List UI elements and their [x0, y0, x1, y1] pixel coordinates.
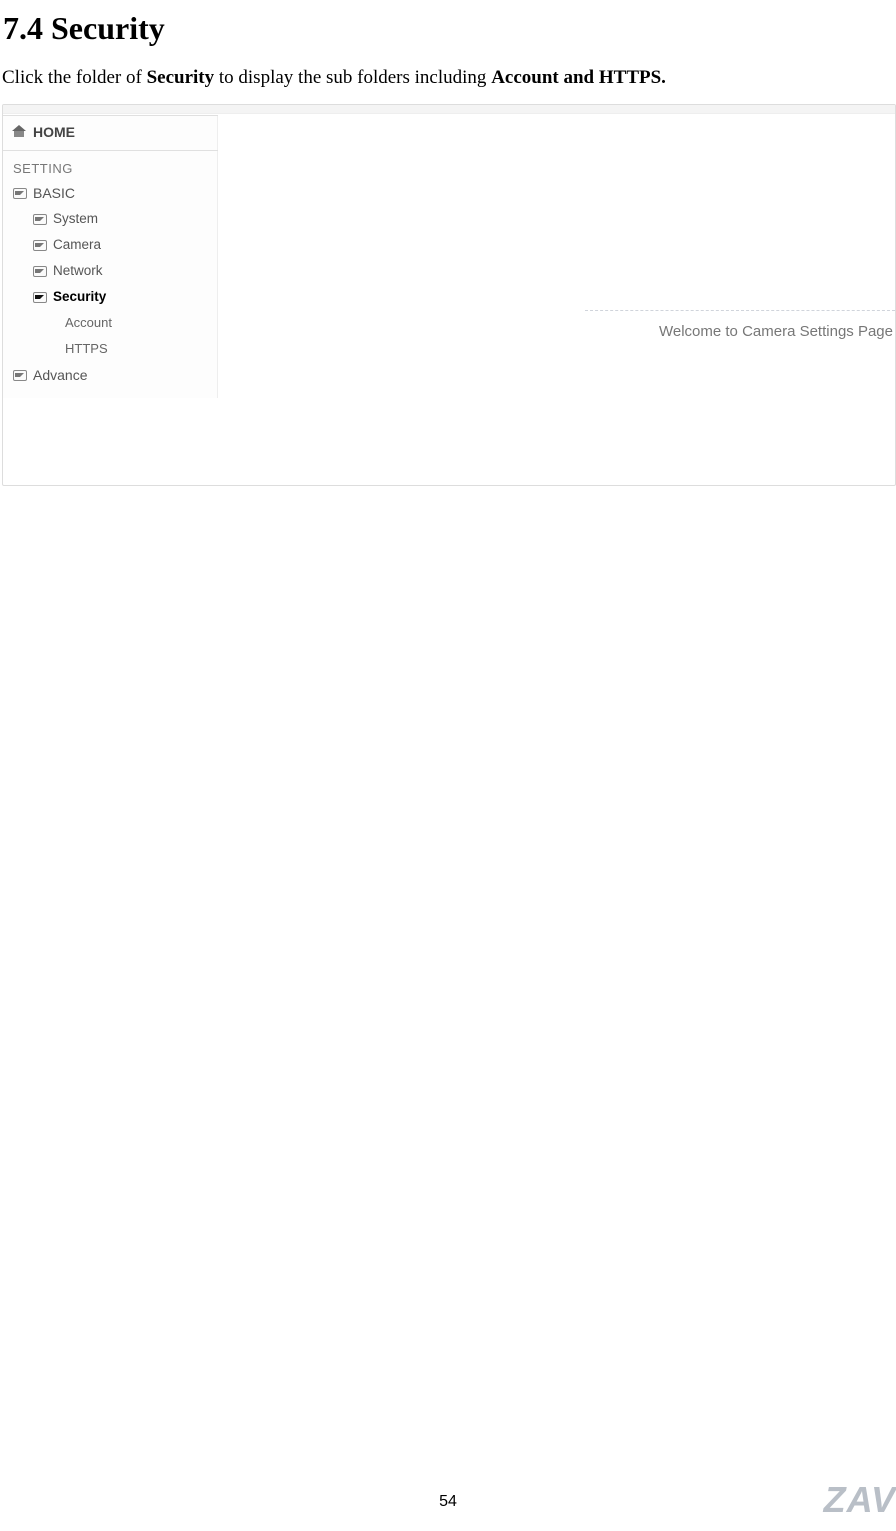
folder-icon [33, 238, 47, 252]
folder-icon [13, 368, 27, 382]
sidebar-item-system[interactable]: System [3, 206, 218, 232]
sidebar-home[interactable]: HOME [3, 115, 218, 151]
sidebar-item-basic[interactable]: BASIC [3, 180, 218, 206]
sidebar-item-label: Advance [33, 366, 87, 384]
folder-icon [13, 186, 27, 200]
sidebar-item-label: System [53, 210, 98, 228]
sidebar-item-account[interactable]: Account [3, 310, 218, 336]
sidebar: HOME SETTING BASIC System Camera Network… [3, 115, 218, 398]
sidebar-item-security[interactable]: Security [3, 284, 218, 310]
sidebar-item-https[interactable]: HTTPS [3, 336, 218, 362]
folder-icon [33, 212, 47, 226]
sidebar-setting-label: SETTING [3, 159, 218, 180]
intro-bold-security: Security [147, 67, 215, 88]
sidebar-item-network[interactable]: Network [3, 258, 218, 284]
sidebar-item-camera[interactable]: Camera [3, 232, 218, 258]
main-panel: Welcome to Camera Settings Page [218, 115, 895, 485]
sidebar-item-label: Account [65, 314, 112, 332]
sidebar-item-label: Security [53, 288, 106, 306]
intro-text-mid: to display the sub folders including [214, 67, 491, 88]
sidebar-home-label: HOME [33, 124, 75, 140]
intro-bold-account-https: Account and HTTPS. [491, 67, 666, 88]
sidebar-item-advance[interactable]: Advance [3, 362, 218, 388]
sidebar-item-label: HTTPS [65, 340, 108, 358]
intro-paragraph: Click the folder of Security to display … [2, 67, 896, 89]
brand-watermark: ZAV [806, 1479, 896, 1521]
home-icon [13, 125, 27, 139]
page-heading: 7.4 Security [3, 10, 896, 47]
sidebar-item-label: Camera [53, 236, 101, 254]
welcome-text: Welcome to Camera Settings Page [659, 323, 893, 340]
settings-screenshot: HOME SETTING BASIC System Camera Network… [2, 104, 896, 486]
folder-open-icon [33, 290, 47, 304]
screenshot-top-band [3, 105, 895, 114]
folder-icon [33, 264, 47, 278]
intro-text-pre: Click the folder of [2, 67, 147, 88]
divider-line [585, 310, 895, 311]
page-number: 54 [439, 1493, 457, 1511]
sidebar-item-label: Network [53, 262, 103, 280]
sidebar-item-label: BASIC [33, 184, 75, 202]
